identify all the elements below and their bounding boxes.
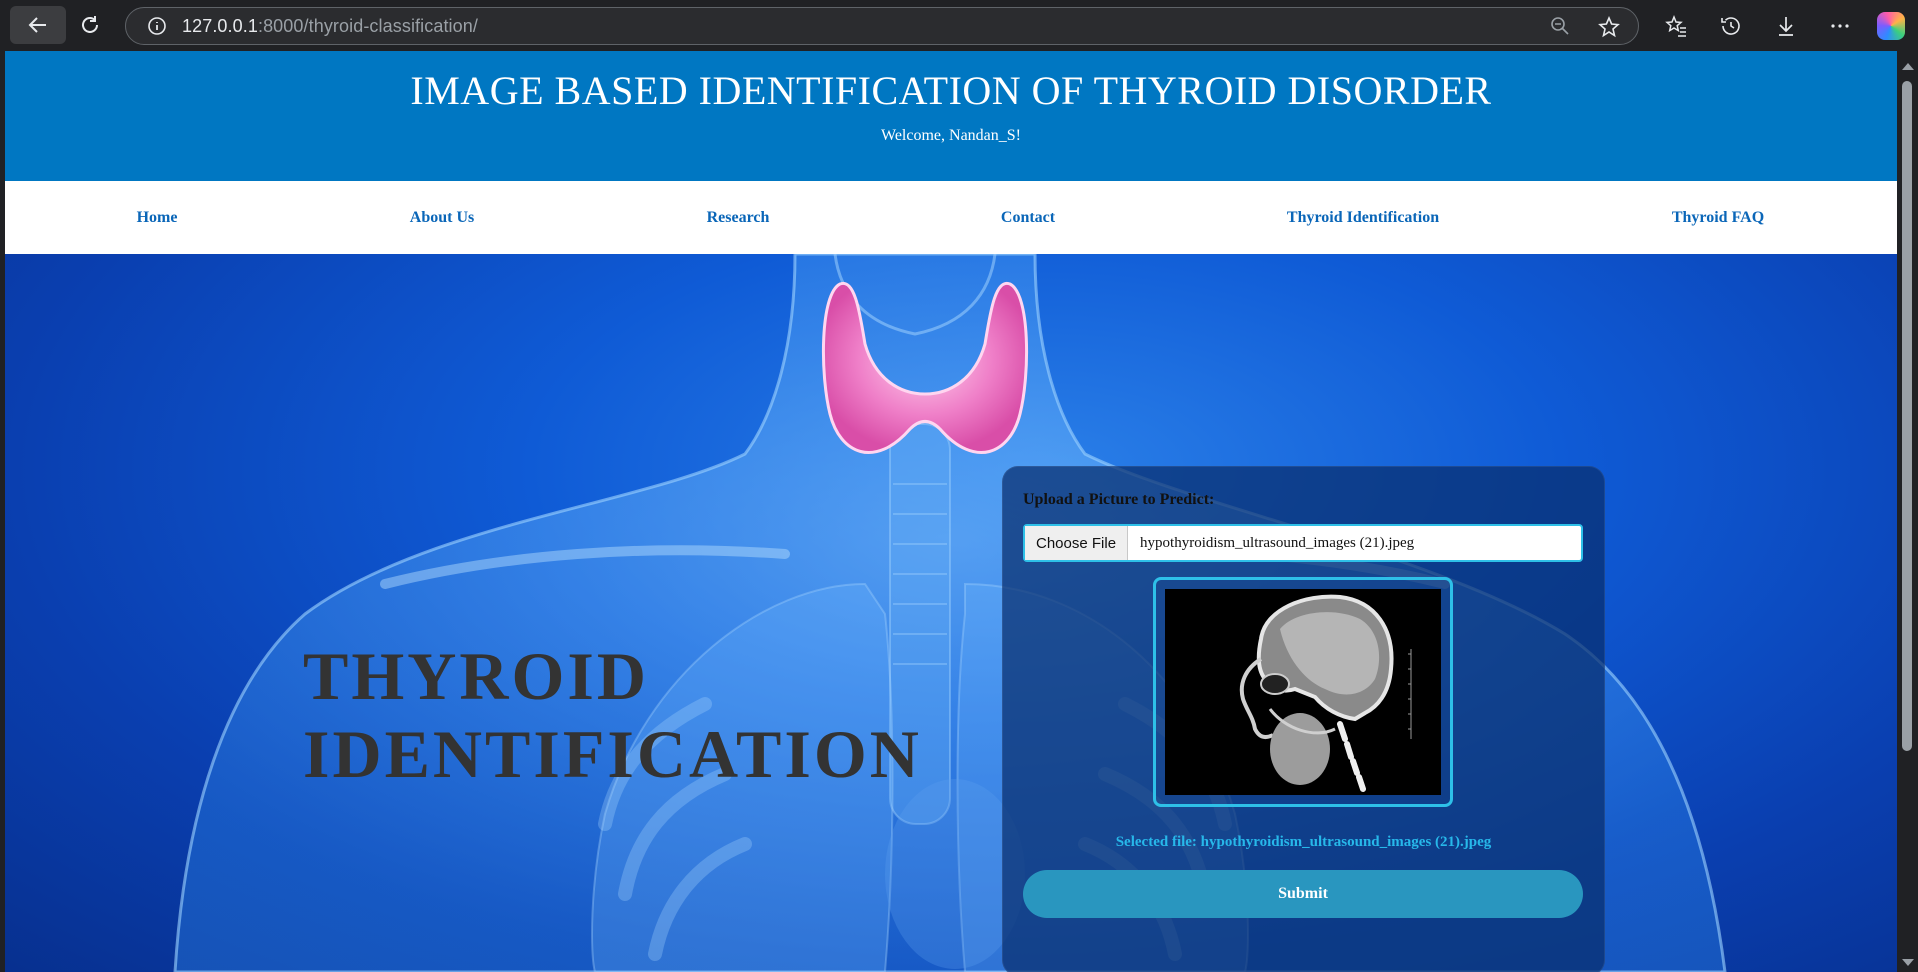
scrollbar-thumb[interactable] <box>1902 81 1912 751</box>
star-icon[interactable] <box>1598 15 1620 42</box>
nav-home[interactable]: Home <box>137 209 178 227</box>
web-page: IMAGE BASED IDENTIFICATION OF THYROID DI… <box>5 51 1897 972</box>
upload-label: Upload a Picture to Predict: <box>1023 491 1215 508</box>
address-bar[interactable]: 127.0.0.1:8000/thyroid-classification/ <box>125 7 1639 45</box>
browser-toolbar: 127.0.0.1:8000/thyroid-classification/ <box>0 0 1918 51</box>
reload-icon <box>82 16 98 33</box>
history-icon[interactable] <box>1717 12 1745 40</box>
main-nav: Home About Us Research Contact Thyroid I… <box>5 181 1897 254</box>
back-button[interactable] <box>10 6 66 44</box>
ct-scan-image <box>1165 589 1441 795</box>
scroll-down-arrow-icon[interactable] <box>1902 959 1914 966</box>
hero-title: THYROID IDENTIFICATION <box>303 637 922 793</box>
nav-research[interactable]: Research <box>707 209 770 227</box>
favorites-icon[interactable] <box>1662 12 1690 40</box>
image-preview <box>1153 577 1453 807</box>
nav-thyroid-identification[interactable]: Thyroid Identification <box>1287 209 1439 227</box>
more-icon[interactable] <box>1826 12 1854 40</box>
reload-button[interactable] <box>62 6 118 44</box>
url-host: 127.0.0.1 <box>182 15 258 36</box>
submit-button[interactable]: Submit <box>1023 870 1583 918</box>
hero-title-line1: THYROID <box>303 638 649 714</box>
file-input[interactable]: Choose File hypothyroidism_ultrasound_im… <box>1023 524 1583 562</box>
site-header: IMAGE BASED IDENTIFICATION OF THYROID DI… <box>5 51 1897 181</box>
zoom-out-icon[interactable] <box>1550 16 1570 40</box>
anatomy-illustration <box>173 254 1727 972</box>
download-icon[interactable] <box>1772 12 1800 40</box>
copilot-icon[interactable] <box>1877 12 1905 40</box>
selected-file-text: Selected file: hypothyroidism_ultrasound… <box>1115 834 1492 850</box>
hero-section: THYROID IDENTIFICATION <box>5 254 1897 972</box>
back-arrow-icon <box>28 17 46 33</box>
upload-card: Upload a Picture to Predict: Choose File… <box>1002 466 1605 972</box>
welcome-message: Welcome, Nandan_S! <box>881 127 1021 144</box>
url-path: :8000/thyroid-classification/ <box>257 15 478 36</box>
info-icon[interactable] <box>146 15 168 37</box>
url-text[interactable]: 127.0.0.1:8000/thyroid-classification/ <box>182 16 478 37</box>
nav-about-us[interactable]: About Us <box>410 209 474 227</box>
choose-file-button[interactable]: Choose File <box>1025 526 1129 560</box>
page-title: IMAGE BASED IDENTIFICATION OF THYROID DI… <box>410 68 1492 113</box>
scroll-up-arrow-icon[interactable] <box>1902 63 1914 70</box>
nav-contact[interactable]: Contact <box>1001 209 1055 227</box>
nav-thyroid-faq[interactable]: Thyroid FAQ <box>1672 209 1764 227</box>
page-scrollbar[interactable] <box>1897 51 1918 972</box>
hero-title-line2: IDENTIFICATION <box>303 716 922 792</box>
file-name-text: hypothyroidism_ultrasound_images (21).jp… <box>1140 534 1415 551</box>
